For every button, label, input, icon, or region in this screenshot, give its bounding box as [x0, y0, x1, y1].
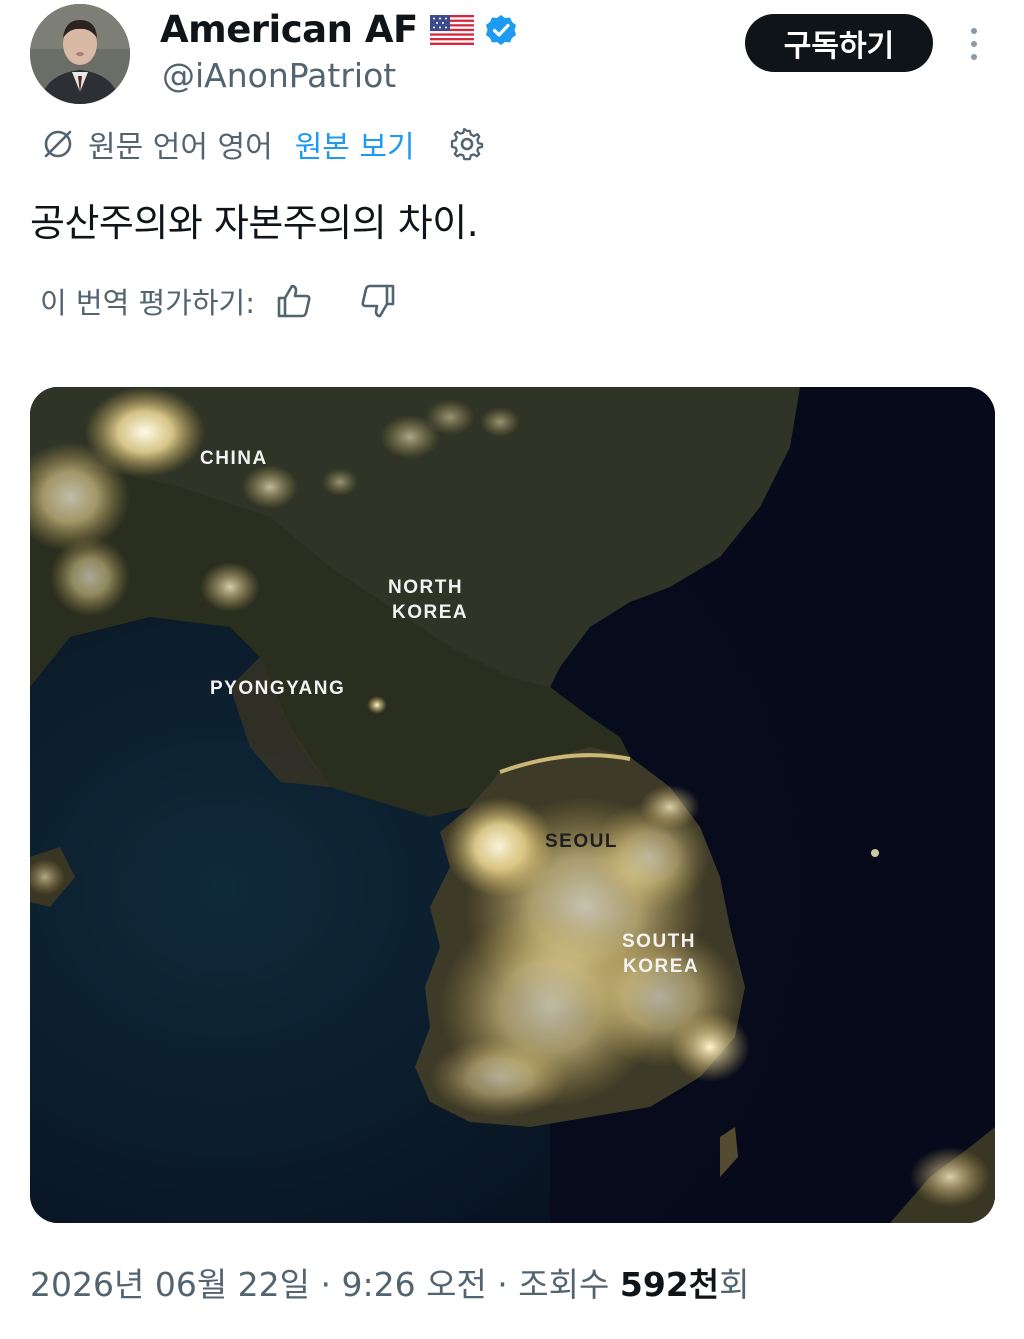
thumbs-down-icon[interactable] — [359, 282, 397, 320]
map-label-seoul: SEOUL — [545, 831, 618, 852]
rate-translation-row: 이 번역 평가하기: — [40, 278, 397, 324]
profile-photo — [30, 4, 130, 104]
korea-night-map: CHINA NORTH KOREA PYONGYANG SEOUL SOUTH … — [30, 387, 995, 1223]
display-name-text: American AF — [160, 8, 418, 51]
map-label-north-korea: KOREA — [392, 602, 468, 623]
thumbs-up-icon[interactable] — [275, 282, 313, 320]
source-language-text: 원문 언어 영어 — [88, 130, 273, 165]
subscribe-button[interactable]: 구독하기 — [745, 14, 933, 72]
view-count: 592천 — [619, 1265, 720, 1304]
map-label-china: CHINA — [200, 448, 268, 469]
map-label-south-korea: KOREA — [623, 956, 699, 977]
more-vertical-icon[interactable] — [962, 24, 986, 64]
map-label-south: SOUTH — [622, 931, 696, 952]
translate-icon — [44, 130, 72, 158]
tweet-media-image[interactable]: CHINA NORTH KOREA PYONGYANG SEOUL SOUTH … — [30, 387, 995, 1223]
view-count-suffix: 회 — [719, 1265, 750, 1304]
map-label-north: NORTH — [388, 577, 463, 598]
tweet-timestamp[interactable]: 2026년 06월 22일 · 9:26 오전 · 조회수 — [30, 1265, 620, 1304]
gear-icon[interactable] — [449, 126, 485, 162]
translation-info-row: 원문 언어 영어 원본 보기 — [40, 122, 485, 166]
show-original-link[interactable]: 원본 보기 — [295, 122, 415, 166]
author-handle[interactable]: @iAnonPatriot — [162, 56, 396, 95]
tweet-metadata: 2026년 06월 22일 · 9:26 오전 · 조회수 592천회 — [30, 1258, 749, 1306]
verified-badge-icon[interactable] — [484, 13, 518, 47]
tweet-text: 공산주의와 자본주의의 차이. — [30, 201, 479, 245]
display-name[interactable]: American AF — [160, 8, 518, 51]
rate-translation-label: 이 번역 평가하기: — [40, 286, 255, 320]
avatar[interactable] — [30, 4, 130, 104]
map-label-pyongyang: PYONGYANG — [210, 678, 345, 699]
us-flag-icon — [429, 14, 474, 45]
